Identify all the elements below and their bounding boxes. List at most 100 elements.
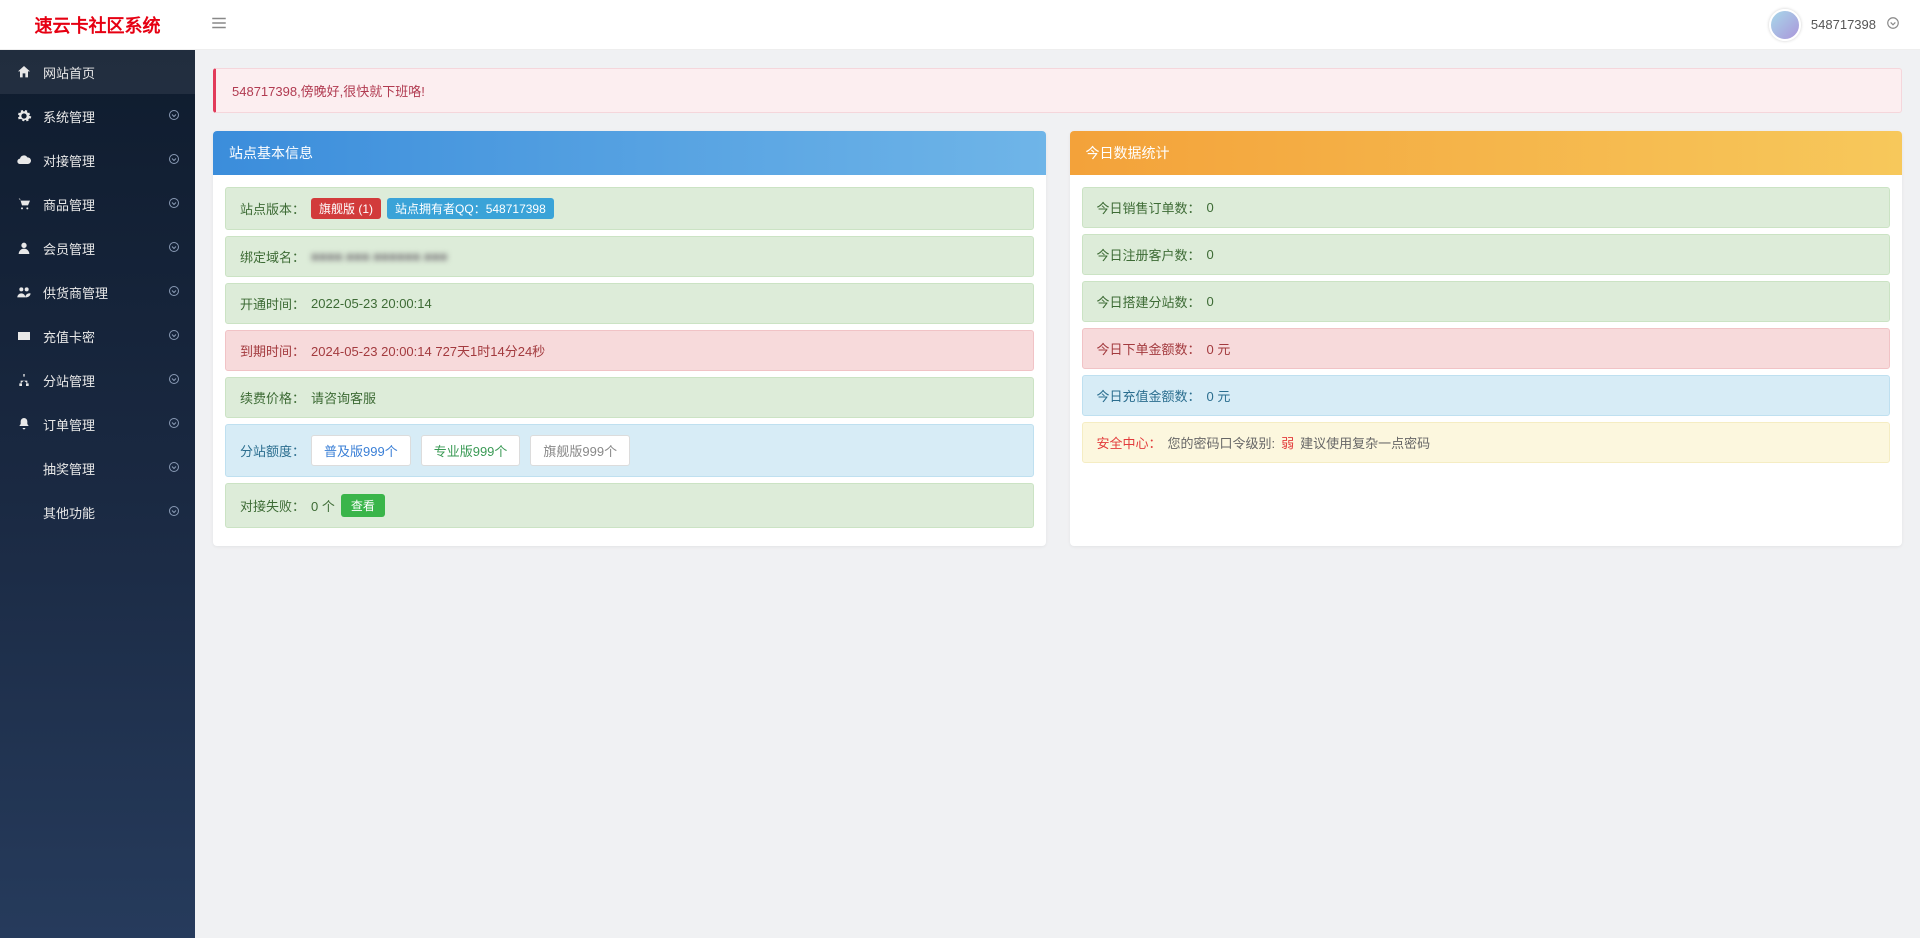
quota-label: 分站额度： [240, 441, 305, 460]
domain-value: ■■■■.■■■.■■■■■■.■■■ [311, 249, 447, 264]
quota-row: 分站额度： 普及版999个 专业版999个 旗舰版999个 [225, 424, 1034, 477]
sidebar-item-label: 充值卡密 [43, 327, 95, 346]
security-prefix: 安全中心： [1097, 433, 1162, 452]
site-version-row: 站点版本： 旗舰版 (1) 站点拥有者QQ：548717398 [225, 187, 1034, 230]
today-stats-card: 今日数据统计 今日销售订单数： 0 今日注册客户数： 0 今日搭建分站数： 0 [1070, 131, 1903, 546]
sidebar-item-label: 分站管理 [43, 371, 95, 390]
fail-value: 0 个 [311, 496, 335, 515]
security-level: 弱 [1281, 433, 1294, 452]
chevron-down-icon [168, 461, 180, 476]
bell-icon [15, 416, 33, 432]
stat-label: 今日充值金额数： [1097, 386, 1201, 405]
open-row: 开通时间： 2022-05-23 20:00:14 [225, 283, 1034, 324]
sidebar-item-order[interactable]: 订单管理 [0, 402, 195, 446]
expire-row: 到期时间： 2024-05-23 20:00:14 727天1时14分24秒 [225, 330, 1034, 371]
view-button[interactable]: 查看 [341, 494, 385, 517]
version-label: 站点版本： [240, 199, 305, 218]
quota-pro-button[interactable]: 专业版999个 [421, 435, 521, 466]
menu-toggle-icon[interactable] [195, 14, 243, 35]
version-badge: 旗舰版 (1) [311, 198, 381, 219]
renew-row: 续费价格： 请咨询客服 [225, 377, 1034, 418]
site-info-card: 站点基本信息 站点版本： 旗舰版 (1) 站点拥有者QQ：548717398 绑… [213, 131, 1046, 546]
sidebar-item-substation[interactable]: 分站管理 [0, 358, 195, 402]
security-advice: 建议使用复杂一点密码 [1300, 433, 1430, 452]
sidebar-item-product[interactable]: 商品管理 [0, 182, 195, 226]
sidebar-item-label: 供货商管理 [43, 283, 108, 302]
gear-icon [15, 108, 33, 124]
sidebar-item-label: 会员管理 [43, 239, 95, 258]
stat-value: 0 元 [1207, 386, 1231, 405]
chevron-down-icon [168, 197, 180, 212]
stat-value: 0 元 [1207, 339, 1231, 358]
stat-label: 今日注册客户数： [1097, 245, 1201, 264]
chevron-down-icon [168, 329, 180, 344]
sidebar-item-label: 订单管理 [43, 415, 95, 434]
user-name: 548717398 [1811, 17, 1876, 32]
user-menu[interactable]: 548717398 [1769, 9, 1900, 41]
renew-value: 请咨询客服 [311, 388, 376, 407]
chevron-down-icon [168, 417, 180, 432]
cloud-icon [15, 152, 33, 168]
security-row: 安全中心： 您的密码口令级别: 弱 建议使用复杂一点密码 [1082, 422, 1891, 463]
stat-row: 今日搭建分站数： 0 [1082, 281, 1891, 322]
stat-row: 今日注册客户数： 0 [1082, 234, 1891, 275]
topbar: 速云卡社区系统 548717398 [0, 0, 1920, 50]
chevron-down-icon [168, 109, 180, 124]
stat-value: 0 [1207, 247, 1214, 262]
sidebar: 网站首页 系统管理 对接管理 商品管理 会员管理 供货商管理 [0, 50, 195, 938]
stat-label: 今日下单金额数： [1097, 339, 1201, 358]
sidebar-item-label: 网站首页 [43, 63, 95, 82]
sidebar-item-label: 其他功能 [43, 503, 95, 522]
list-icon [15, 504, 33, 520]
app-logo: 速云卡社区系统 [0, 12, 195, 38]
stat-row: 今日销售订单数： 0 [1082, 187, 1891, 228]
user-icon [15, 240, 33, 256]
domain-row: 绑定域名： ■■■■.■■■.■■■■■■.■■■ [225, 236, 1034, 277]
sidebar-item-home[interactable]: 网站首页 [0, 50, 195, 94]
sidebar-item-member[interactable]: 会员管理 [0, 226, 195, 270]
stat-row: 今日充值金额数： 0 元 [1082, 375, 1891, 416]
users-icon [15, 284, 33, 300]
sidebar-item-supplier[interactable]: 供货商管理 [0, 270, 195, 314]
sidebar-item-label: 商品管理 [43, 195, 95, 214]
domain-label: 绑定域名： [240, 247, 305, 266]
security-text: 您的密码口令级别: [1168, 433, 1276, 452]
chevron-down-icon [168, 505, 180, 520]
card-icon [15, 328, 33, 344]
expire-label: 到期时间： [240, 341, 305, 360]
sidebar-item-lottery[interactable]: 抽奖管理 [0, 446, 195, 490]
greeting-alert: 548717398,傍晚好,很快就下班咯! [213, 68, 1902, 113]
stat-value: 0 [1207, 294, 1214, 309]
avatar [1769, 9, 1801, 41]
fail-row: 对接失败： 0 个 查看 [225, 483, 1034, 528]
quota-flag-button[interactable]: 旗舰版999个 [530, 435, 630, 466]
quota-basic-button[interactable]: 普及版999个 [311, 435, 411, 466]
sidebar-item-recharge[interactable]: 充值卡密 [0, 314, 195, 358]
content: 548717398,傍晚好,很快就下班咯! 站点基本信息 站点版本： 旗舰版 (… [195, 50, 1920, 938]
chevron-down-icon [168, 241, 180, 256]
owner-badge: 站点拥有者QQ：548717398 [387, 198, 554, 219]
stat-row: 今日下单金额数： 0 元 [1082, 328, 1891, 369]
chevron-down-icon [1886, 16, 1900, 33]
stat-label: 今日销售订单数： [1097, 198, 1201, 217]
sidebar-item-system[interactable]: 系统管理 [0, 94, 195, 138]
sidebar-item-connect[interactable]: 对接管理 [0, 138, 195, 182]
chevron-down-icon [168, 153, 180, 168]
sitemap-icon [15, 372, 33, 388]
fail-label: 对接失败： [240, 496, 305, 515]
sidebar-item-label: 对接管理 [43, 151, 95, 170]
home-icon [15, 64, 33, 80]
chevron-down-icon [168, 373, 180, 388]
open-label: 开通时间： [240, 294, 305, 313]
star-icon [15, 460, 33, 476]
chevron-down-icon [168, 285, 180, 300]
sidebar-item-label: 抽奖管理 [43, 459, 95, 478]
site-info-header: 站点基本信息 [213, 131, 1046, 175]
sidebar-item-other[interactable]: 其他功能 [0, 490, 195, 534]
today-stats-header: 今日数据统计 [1070, 131, 1903, 175]
topbar-left: 速云卡社区系统 [0, 12, 243, 38]
sidebar-item-label: 系统管理 [43, 107, 95, 126]
expire-value: 2024-05-23 20:00:14 727天1时14分24秒 [311, 341, 545, 360]
open-value: 2022-05-23 20:00:14 [311, 296, 432, 311]
renew-label: 续费价格： [240, 388, 305, 407]
